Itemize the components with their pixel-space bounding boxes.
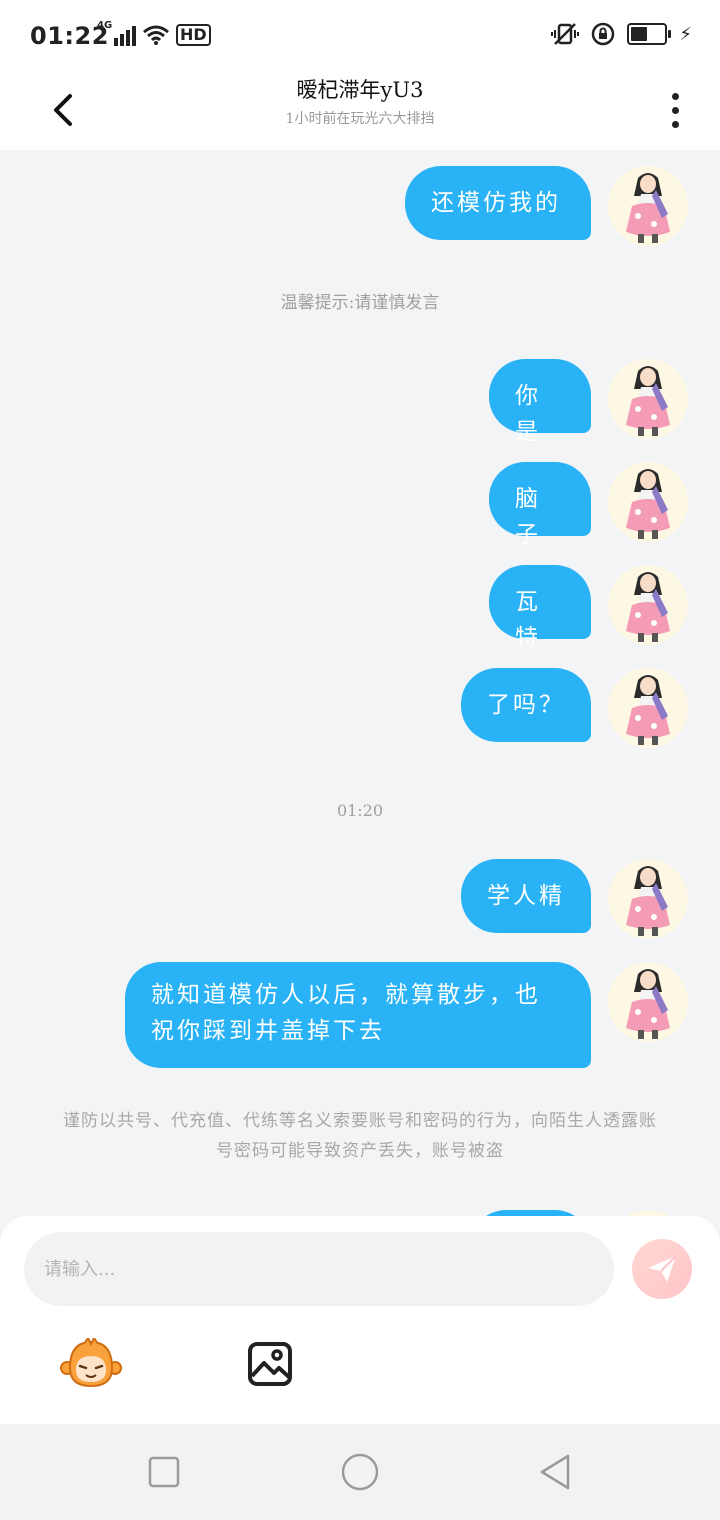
chat-header: 暧杞滞年yU3 1小时前在玩光六大排挡 <box>0 72 720 150</box>
send-button[interactable] <box>632 1239 692 1299</box>
home-button[interactable] <box>340 1452 380 1492</box>
message-bubble[interactable]: 你是 <box>489 359 591 445</box>
contact-status: 1小时前在玩光六大排挡 <box>285 111 435 127</box>
signal-icon: 4G <box>97 20 136 46</box>
message-bubble[interactable]: 就知道模仿人以后，就算散步，也祝你踩到井盖掉下去 <box>125 962 591 1068</box>
status-left-icons: 4G HD <box>97 20 211 46</box>
input-panel <box>0 1216 720 1424</box>
message-bubble[interactable]: 瓦特 <box>489 565 591 651</box>
contact-name: 暧杞滞年yU3 <box>296 78 424 102</box>
lock-rotation-icon <box>592 22 615 46</box>
status-right-icons: ⚡ <box>551 22 692 46</box>
message-bubble[interactable]: 脑子 <box>489 462 591 548</box>
square-icon <box>148 1456 180 1488</box>
image-button[interactable] <box>246 1340 294 1388</box>
recent-apps-button[interactable] <box>144 1452 184 1492</box>
message-timestamp: 01:20 <box>336 801 384 820</box>
emoji-mascot-icon <box>60 1336 122 1388</box>
more-vertical-icon <box>671 92 679 100</box>
emoji-button[interactable] <box>60 1336 122 1388</box>
wifi-icon <box>143 25 169 45</box>
avatar[interactable] <box>608 859 688 939</box>
message-bubble[interactable]: 了吗？ <box>461 668 591 742</box>
chat-messages[interactable]: 还模仿我的 温馨提示:请谨慎发言 你是 脑子 瓦特 了吗？ 01:20 学人精 … <box>0 150 720 1216</box>
circle-icon <box>341 1453 379 1491</box>
back-nav-button[interactable] <box>536 1452 576 1492</box>
network-label: 4G <box>97 20 113 31</box>
more-button[interactable] <box>660 82 690 138</box>
avatar[interactable] <box>608 359 688 439</box>
hd-badge: HD <box>176 24 211 46</box>
message-bubble[interactable]: 学人精 <box>461 859 591 933</box>
triangle-back-icon <box>540 1454 570 1490</box>
send-icon <box>648 1255 677 1282</box>
charging-icon: ⚡ <box>679 23 692 45</box>
vibrate-mute-icon <box>551 23 580 45</box>
avatar[interactable] <box>608 668 688 748</box>
avatar[interactable] <box>608 565 688 645</box>
status-bar: 01:22 4G HD ⚡ <box>0 0 720 72</box>
avatar[interactable] <box>608 166 688 246</box>
system-nav-bar <box>0 1424 720 1520</box>
avatar[interactable] <box>608 462 688 542</box>
security-warning: 谨防以共号、代充值、代练等名义索要账号和密码的行为，向陌生人透露账号密码可能导致… <box>63 1111 657 1161</box>
avatar[interactable] <box>608 962 688 1042</box>
message-input[interactable] <box>24 1232 614 1306</box>
image-icon <box>248 1342 292 1386</box>
system-tip: 温馨提示:请谨慎发言 <box>280 293 440 313</box>
battery-icon <box>627 23 672 45</box>
message-bubble[interactable]: 还模仿我的 <box>405 166 591 240</box>
